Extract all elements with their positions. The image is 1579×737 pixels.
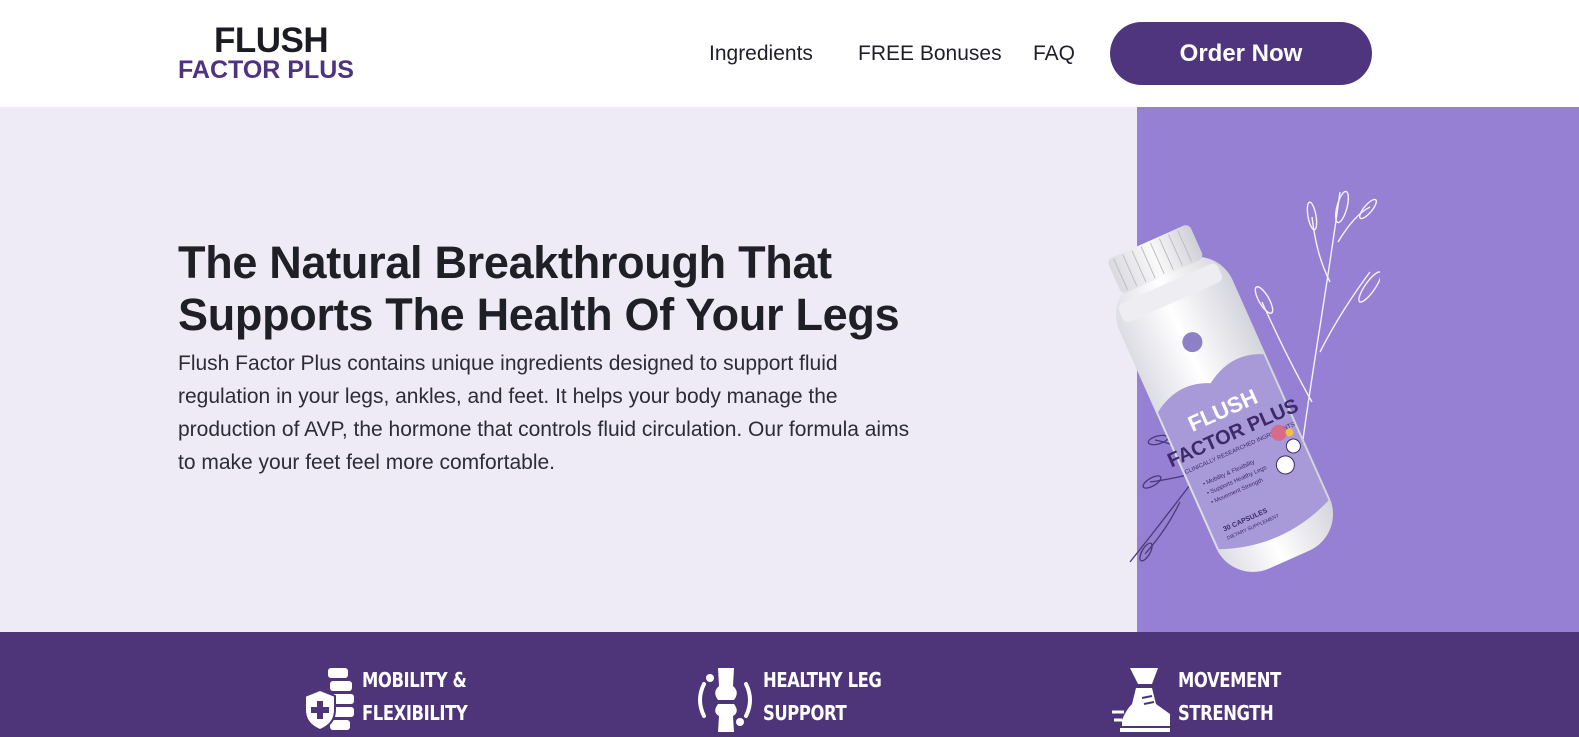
nav-link-free-bonuses[interactable]: FREE Bonuses (858, 40, 1002, 68)
benefit-text-healthy-leg: HEALTHY LEG SUPPORT (763, 664, 882, 730)
hero-description: Flush Factor Plus contains unique ingred… (178, 352, 910, 474)
logo-text-top: FLUSH (214, 21, 329, 60)
product-bottle-image: FLUSH FACTOR PLUS CLINICALLY RESEARCHED … (1108, 190, 1380, 572)
benefit-line-1: MOBILITY & (362, 668, 467, 692)
benefits-bar: MOBILITY & FLEXIBILITY HEALTHY LEG SUPPO… (0, 632, 1579, 737)
hero-section: The Natural Breakthrough That Supports T… (0, 107, 1579, 632)
benefit-movement: MOVEMENT STRENGTH (1112, 662, 1282, 737)
benefit-line-2: FLEXIBILITY (362, 701, 468, 725)
running-shoe-icon (1112, 668, 1170, 732)
benefit-line-1: HEALTHY LEG (763, 668, 882, 692)
nav-link-ingredients[interactable]: Ingredients (709, 40, 813, 68)
nav-link-faq[interactable]: FAQ (1033, 40, 1075, 68)
logo-text-bottom: FACTOR PLUS (178, 56, 354, 84)
benefit-line-2: STRENGTH (1178, 701, 1274, 725)
benefit-mobility: MOBILITY & FLEXIBILITY (302, 662, 472, 737)
benefit-line-1: MOVEMENT (1178, 668, 1281, 692)
benefit-line-2: SUPPORT (763, 701, 847, 725)
knee-joint-icon (698, 668, 752, 732)
hero-title-line-2: Supports The Health Of Your Legs (178, 289, 900, 340)
site-header: FLUSH FACTOR PLUS Ingredients FREE Bonus… (0, 0, 1579, 107)
benefit-healthy-leg: HEALTHY LEG SUPPORT (696, 662, 882, 737)
benefit-text-mobility: MOBILITY & FLEXIBILITY (362, 664, 468, 730)
hero-title: The Natural Breakthrough That Supports T… (178, 237, 998, 341)
brand-logo[interactable]: FLUSH FACTOR PLUS (178, 22, 378, 86)
order-now-button[interactable]: Order Now (1110, 22, 1372, 85)
spine-shield-icon (304, 668, 354, 732)
benefit-text-movement: MOVEMENT STRENGTH (1178, 664, 1281, 730)
hero-title-line-1: The Natural Breakthrough That (178, 237, 832, 288)
